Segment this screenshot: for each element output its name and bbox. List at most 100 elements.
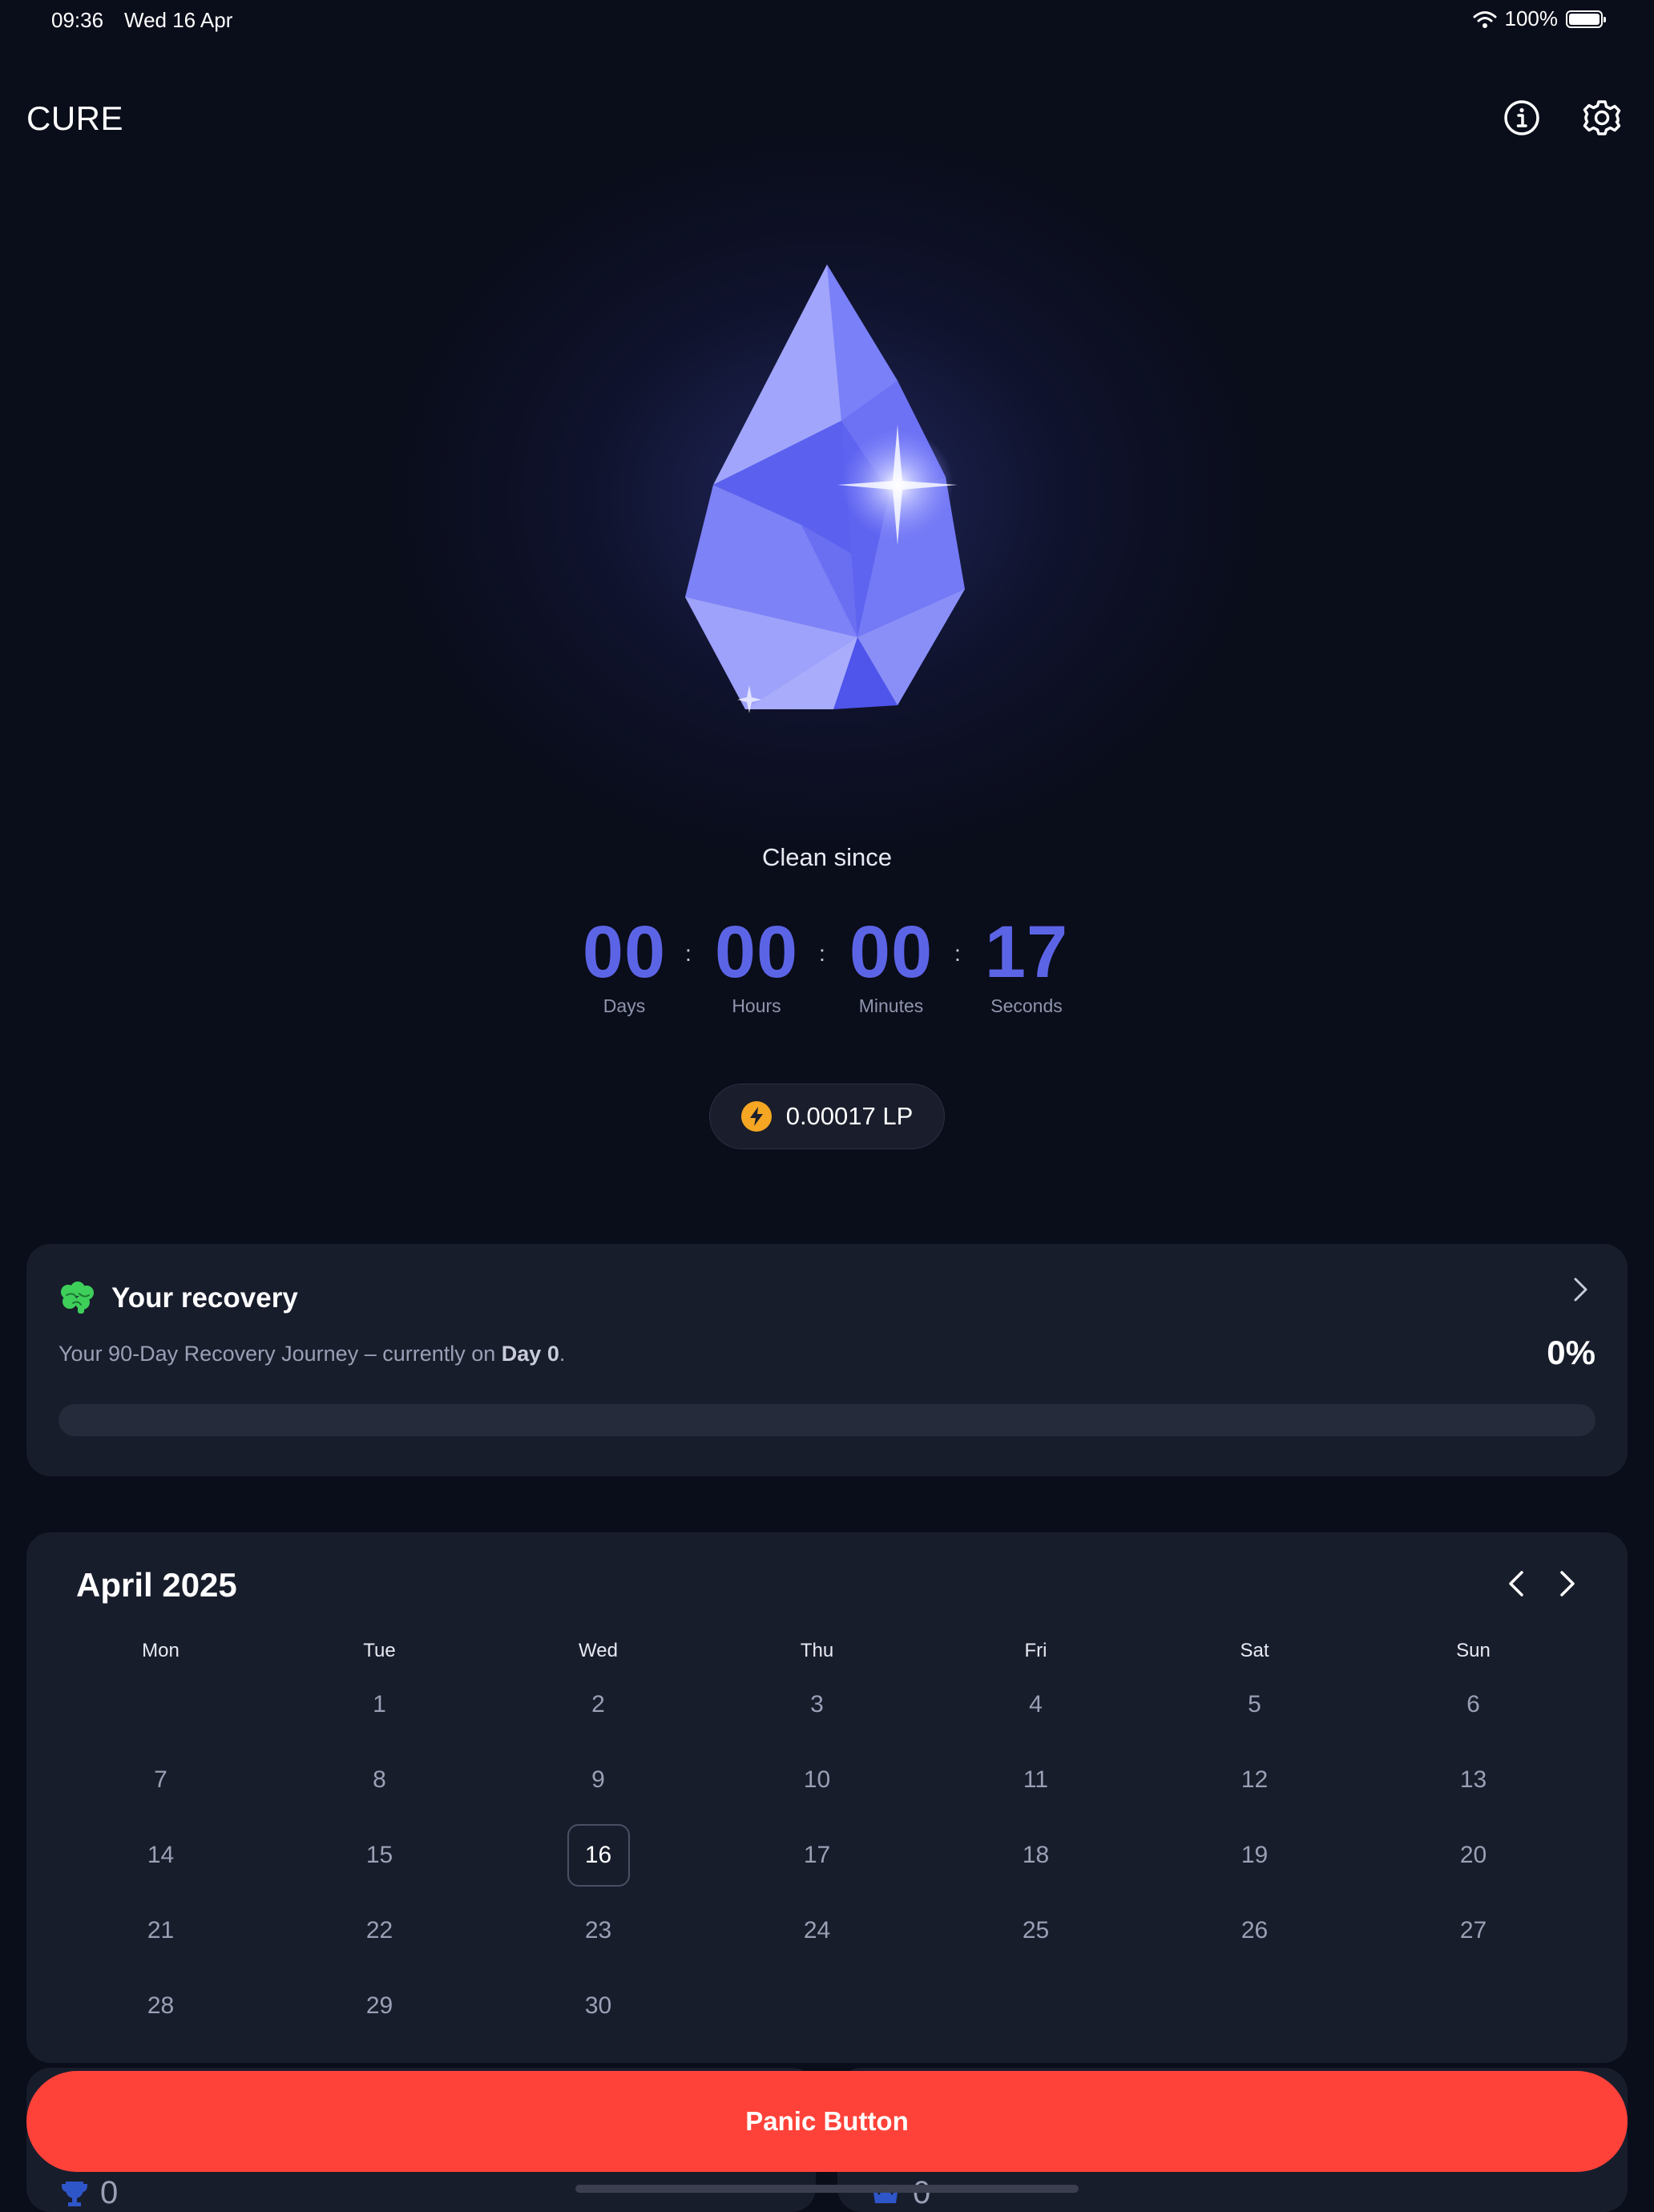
- trophy-stat: 0: [60, 2175, 118, 2211]
- calendar-empty: [1005, 1975, 1067, 2037]
- calendar-day[interactable]: 18: [926, 1824, 1145, 1887]
- weekday-label: Sun: [1456, 1640, 1491, 1661]
- calendar-day[interactable]: 26: [1145, 1899, 1364, 1962]
- calendar-day[interactable]: 9: [489, 1749, 708, 1811]
- hours-value: 00: [714, 911, 799, 993]
- crystal-illustration: [685, 264, 965, 713]
- calendar-day-number: 17: [803, 1842, 831, 1868]
- home-indicator[interactable]: [575, 2185, 1079, 2193]
- recovery-desc-suffix: .: [559, 1342, 566, 1366]
- info-icon[interactable]: [1502, 98, 1542, 138]
- calendar-day[interactable]: 11: [926, 1749, 1145, 1811]
- calendar-empty-cell: [926, 1975, 1145, 2037]
- calendar-month-title: April 2025: [76, 1566, 237, 1604]
- calendar-day-number: 16: [567, 1824, 630, 1887]
- timer-hours: 00 Hours: [696, 912, 817, 1017]
- days-label: Days: [603, 995, 646, 1016]
- calendar-grid: Mon Tue Wed Thu Fri Sat Sun 1 2 3 4 5 6 7 8 9 10 1…: [51, 1635, 1583, 2044]
- calendar-day[interactable]: 7: [51, 1749, 270, 1811]
- calendar-week-row: 1 2 3 4 5 6: [51, 1667, 1583, 1742]
- calendar-day[interactable]: 29: [270, 1975, 489, 2037]
- recovery-desc-prefix: Your 90-Day Recovery Journey – currently…: [58, 1342, 502, 1366]
- calendar-day[interactable]: 21: [51, 1899, 270, 1962]
- calendar-empty: [1224, 1975, 1286, 2037]
- calendar-empty: [1442, 1975, 1505, 2037]
- lightning-icon: [740, 1101, 772, 1132]
- calendar-day[interactable]: 17: [708, 1824, 926, 1887]
- weekday-label: Sat: [1240, 1640, 1269, 1661]
- calendar-day[interactable]: 3: [708, 1673, 926, 1736]
- recovery-card[interactable]: Your recovery Your 90-Day Recovery Journ…: [26, 1244, 1628, 1476]
- calendar-day[interactable]: 24: [708, 1899, 926, 1962]
- minutes-value: 00: [849, 911, 934, 993]
- crown-stat: 0: [869, 2175, 930, 2211]
- calendar-empty-cell: [1364, 1975, 1583, 2037]
- calendar-day-number: 1: [373, 1691, 386, 1718]
- calendar-week-row: 21 22 23 24 25 26 27: [51, 1893, 1583, 1968]
- calendar-day[interactable]: 22: [270, 1899, 489, 1962]
- calendar-day[interactable]: 12: [1145, 1749, 1364, 1811]
- calendar-day[interactable]: 10: [708, 1749, 926, 1811]
- lp-balance-pill[interactable]: 0.00017 LP: [709, 1084, 945, 1149]
- calendar-card: April 2025 Mon Tue Wed Thu Fri Sat Sun 1…: [26, 1532, 1628, 2063]
- calendar-day[interactable]: 25: [926, 1899, 1145, 1962]
- calendar-day[interactable]: 15: [270, 1824, 489, 1887]
- calendar-day[interactable]: 23: [489, 1899, 708, 1962]
- calendar-day-number: 21: [147, 1917, 175, 1944]
- calendar-day[interactable]: 13: [1364, 1749, 1583, 1811]
- panic-button[interactable]: Panic Button: [26, 2071, 1628, 2172]
- calendar-day[interactable]: 2: [489, 1673, 708, 1736]
- trophy-icon: [61, 2181, 88, 2206]
- days-value: 00: [582, 911, 667, 993]
- calendar-day-number: 30: [584, 1992, 612, 2019]
- calendar-day-number: 5: [1248, 1691, 1261, 1718]
- calendar-day[interactable]: 19: [1145, 1824, 1364, 1887]
- trophy-value: 0: [100, 2175, 119, 2210]
- calendar-day[interactable]: 8: [270, 1749, 489, 1811]
- wifi-icon: [1473, 10, 1496, 28]
- calendar-day-number: 23: [584, 1917, 612, 1944]
- calendar-day[interactable]: 6: [1364, 1673, 1583, 1736]
- calendar-day-number: 14: [147, 1842, 175, 1868]
- recovery-title: Your recovery: [111, 1282, 298, 1314]
- timer-seconds: 17 Seconds: [966, 912, 1087, 1017]
- calendar-day-number: 19: [1240, 1842, 1269, 1868]
- clean-since-label: Clean since: [762, 843, 892, 871]
- gear-icon[interactable]: [1582, 98, 1622, 138]
- crown-value: 0: [913, 2175, 931, 2210]
- calendar-day[interactable]: 20: [1364, 1824, 1583, 1887]
- hours-label: Hours: [732, 995, 781, 1016]
- calendar-day[interactable]: 27: [1364, 1899, 1583, 1962]
- calendar-day-number: 11: [1023, 1766, 1049, 1793]
- chevron-right-icon[interactable]: [1551, 1568, 1583, 1600]
- calendar-day-number: 10: [803, 1766, 831, 1793]
- calendar-day[interactable]: 4: [926, 1673, 1145, 1736]
- recovery-current-day: Day 0: [501, 1342, 559, 1366]
- calendar-day-number: 3: [810, 1691, 824, 1718]
- calendar-day-number: 24: [803, 1917, 831, 1944]
- calendar-empty-cell: [708, 1975, 926, 2037]
- status-indicators: 100%: [1473, 6, 1606, 31]
- lp-value: 0.00017 LP: [785, 1102, 914, 1130]
- seconds-value: 17: [984, 911, 1069, 993]
- weekday-label: Thu: [800, 1640, 834, 1661]
- calendar-day-number: 20: [1459, 1842, 1487, 1868]
- calendar-day[interactable]: 5: [1145, 1673, 1364, 1736]
- chevron-left-icon[interactable]: [1501, 1568, 1533, 1600]
- chevron-right-icon[interactable]: [1567, 1276, 1594, 1303]
- timer-separator: :: [954, 941, 961, 966]
- calendar-day[interactable]: 1: [270, 1673, 489, 1736]
- battery-percent: 100%: [1504, 6, 1559, 30]
- minutes-label: Minutes: [858, 995, 924, 1016]
- calendar-day-today[interactable]: 16: [489, 1824, 708, 1887]
- calendar-day[interactable]: 14: [51, 1824, 270, 1887]
- calendar-day[interactable]: 30: [489, 1975, 708, 2037]
- calendar-empty-cell: [51, 1673, 270, 1736]
- calendar-day-number: 18: [1022, 1842, 1050, 1868]
- crown-icon: [873, 2183, 898, 2203]
- calendar-day-number: 26: [1240, 1917, 1269, 1944]
- calendar-day[interactable]: 28: [51, 1975, 270, 2037]
- calendar-week-row: 7 8 9 10 11 12 13: [51, 1742, 1583, 1818]
- timer-minutes: 00 Minutes: [831, 912, 951, 1017]
- weekday-label: Fri: [1024, 1640, 1047, 1661]
